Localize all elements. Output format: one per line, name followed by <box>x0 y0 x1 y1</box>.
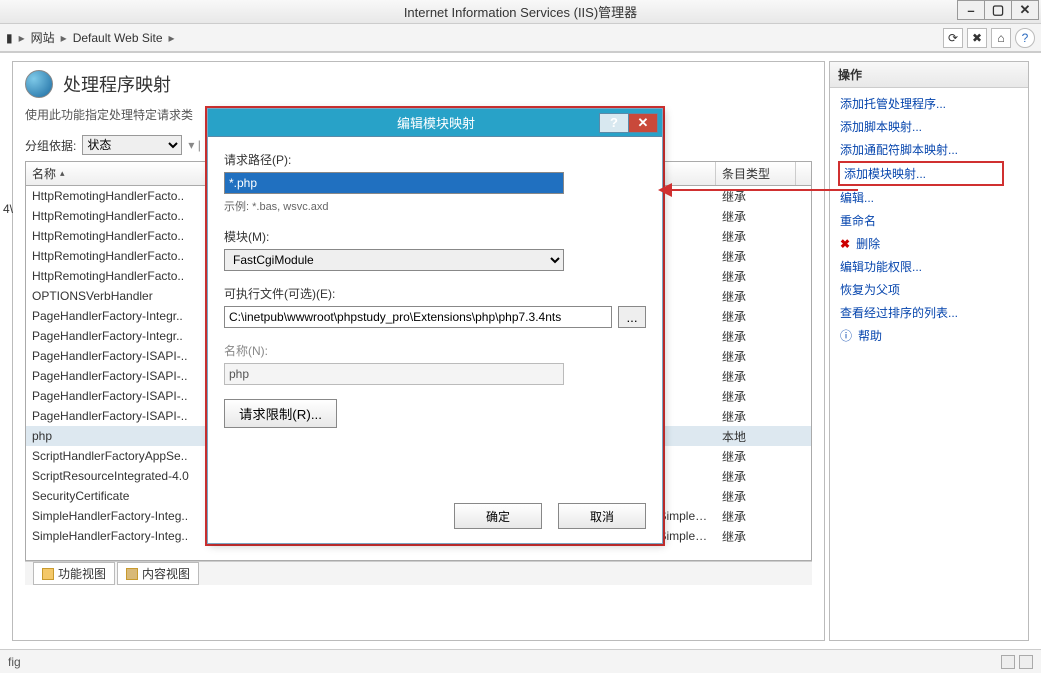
cell-etype: 本地 <box>716 428 796 445</box>
sidebar-item-add_module[interactable]: 添加模块映射... <box>838 161 1004 186</box>
page-title: 处理程序映射 <box>63 71 171 97</box>
window-controls: – ▢ ✕ <box>958 0 1039 20</box>
crumb-default-site[interactable]: Default Web Site <box>73 31 163 45</box>
group-by-select[interactable]: 状态 <box>82 135 182 155</box>
sidebar-item-add_managed[interactable]: 添加托管处理程序... <box>834 92 1024 115</box>
cell-etype: 继承 <box>716 348 796 365</box>
handler-mapping-icon <box>25 70 53 98</box>
refresh-icon[interactable]: ⟳ <box>943 28 963 48</box>
cell-etype: 继承 <box>716 488 796 505</box>
delete-icon: ✖ <box>840 237 850 251</box>
sidebar-item-delete[interactable]: ✖ 删除 <box>834 232 1024 255</box>
request-path-input[interactable] <box>224 172 564 194</box>
sidebar-item-view_sorted[interactable]: 查看经过排序的列表... <box>834 301 1024 324</box>
sidebar-item-label: 删除 <box>856 235 880 252</box>
actions-sidebar: 操作 添加托管处理程序...添加脚本映射...添加通配符脚本映射...添加模块映… <box>829 61 1029 641</box>
annotation-arrow <box>658 180 858 200</box>
cancel-button[interactable]: 取消 <box>558 503 646 529</box>
breadcrumb: ▮ ▸ 网站 ▸ Default Web Site ▸ <box>6 29 175 46</box>
breadcrumb-sep-icon: ▸ <box>169 31 175 45</box>
group-by-label: 分组依据: <box>25 137 76 154</box>
window-titlebar: Internet Information Services (IIS)管理器 –… <box>0 0 1041 24</box>
cell-etype: 继承 <box>716 308 796 325</box>
cell-etype: 继承 <box>716 288 796 305</box>
status-bar: fig <box>0 649 1041 673</box>
cell-etype: 继承 <box>716 448 796 465</box>
crumb-server-icon: ▮ <box>6 31 13 45</box>
close-button[interactable]: ✕ <box>1011 0 1039 20</box>
nav-icons: ⟳ ✖ ⌂ ? <box>943 28 1035 48</box>
executable-input[interactable] <box>224 306 612 328</box>
module-label: 模块(M): <box>224 228 646 245</box>
sidebar-item-label: 帮助 <box>858 327 882 344</box>
sidebar-header: 操作 <box>830 62 1028 88</box>
minimize-button[interactable]: – <box>957 0 985 20</box>
status-icon <box>1001 655 1015 669</box>
cell-etype: 继承 <box>716 228 796 245</box>
cell-etype: 继承 <box>716 408 796 425</box>
sidebar-item-edit[interactable]: 编辑... <box>834 186 1024 209</box>
sidebar-item-help[interactable]: ⓘ 帮助 <box>834 324 1024 347</box>
cell-etype: 继承 <box>716 508 796 525</box>
cell-etype: 继承 <box>716 208 796 225</box>
home-icon[interactable]: ⌂ <box>991 28 1011 48</box>
executable-label: 可执行文件(可选)(E): <box>224 285 646 302</box>
request-path-label: 请求路径(P): <box>224 151 646 168</box>
browse-button[interactable]: ... <box>618 306 646 328</box>
maximize-button[interactable]: ▢ <box>984 0 1012 20</box>
request-path-hint: 示例: *.bas, wsvc.axd <box>224 198 646 214</box>
help-icon[interactable]: ? <box>1015 28 1035 48</box>
features-icon <box>42 568 54 580</box>
info-icon: ⓘ <box>840 327 852 344</box>
edit-module-mapping-dialog: 编辑模块映射 ? ✕ 请求路径(P): 示例: *.bas, wsvc.axd … <box>207 108 663 544</box>
request-limit-button[interactable]: 请求限制(R)... <box>224 399 337 428</box>
view-tabs: 功能视图 内容视图 <box>25 561 812 585</box>
name-input <box>224 363 564 385</box>
name-label: 名称(N): <box>224 342 646 359</box>
cell-etype: 继承 <box>716 388 796 405</box>
window-title: Internet Information Services (IIS)管理器 <box>0 2 1041 21</box>
status-text: fig <box>8 655 21 669</box>
sidebar-item-add_wildcard[interactable]: 添加通配符脚本映射... <box>834 138 1024 161</box>
status-icon <box>1019 655 1033 669</box>
crumb-sites[interactable]: 网站 <box>31 29 55 46</box>
breadcrumb-sep-icon: ▸ <box>61 31 67 45</box>
sidebar-item-rename[interactable]: 重命名 <box>834 209 1024 232</box>
breadcrumb-sep-icon: ▸ <box>19 31 25 45</box>
dialog-title: 编辑模块映射 <box>272 113 600 132</box>
sidebar-item-perm[interactable]: 编辑功能权限... <box>834 255 1024 278</box>
module-select[interactable]: FastCgiModule <box>224 249 564 271</box>
cell-etype: 继承 <box>716 248 796 265</box>
tab-content-view[interactable]: 内容视图 <box>117 562 199 585</box>
navbar: ▮ ▸ 网站 ▸ Default Web Site ▸ ⟳ ✖ ⌂ ? <box>0 24 1041 52</box>
cell-etype: 继承 <box>716 368 796 385</box>
content-icon <box>126 568 138 580</box>
dialog-help-button[interactable]: ? <box>599 113 629 133</box>
cell-etype: 继承 <box>716 468 796 485</box>
sidebar-item-revert[interactable]: 恢复为父项 <box>834 278 1024 301</box>
dialog-titlebar: 编辑模块映射 ? ✕ <box>208 109 662 137</box>
dialog-close-button[interactable]: ✕ <box>628 113 658 133</box>
sidebar-item-add_script[interactable]: 添加脚本映射... <box>834 115 1024 138</box>
cell-etype: 继承 <box>716 528 796 545</box>
stop-icon[interactable]: ✖ <box>967 28 987 48</box>
cell-etype: 继承 <box>716 328 796 345</box>
cell-etype: 继承 <box>716 268 796 285</box>
tree-label: 4\ <box>3 202 13 216</box>
ok-button[interactable]: 确定 <box>454 503 542 529</box>
tab-features-view[interactable]: 功能视图 <box>33 562 115 585</box>
